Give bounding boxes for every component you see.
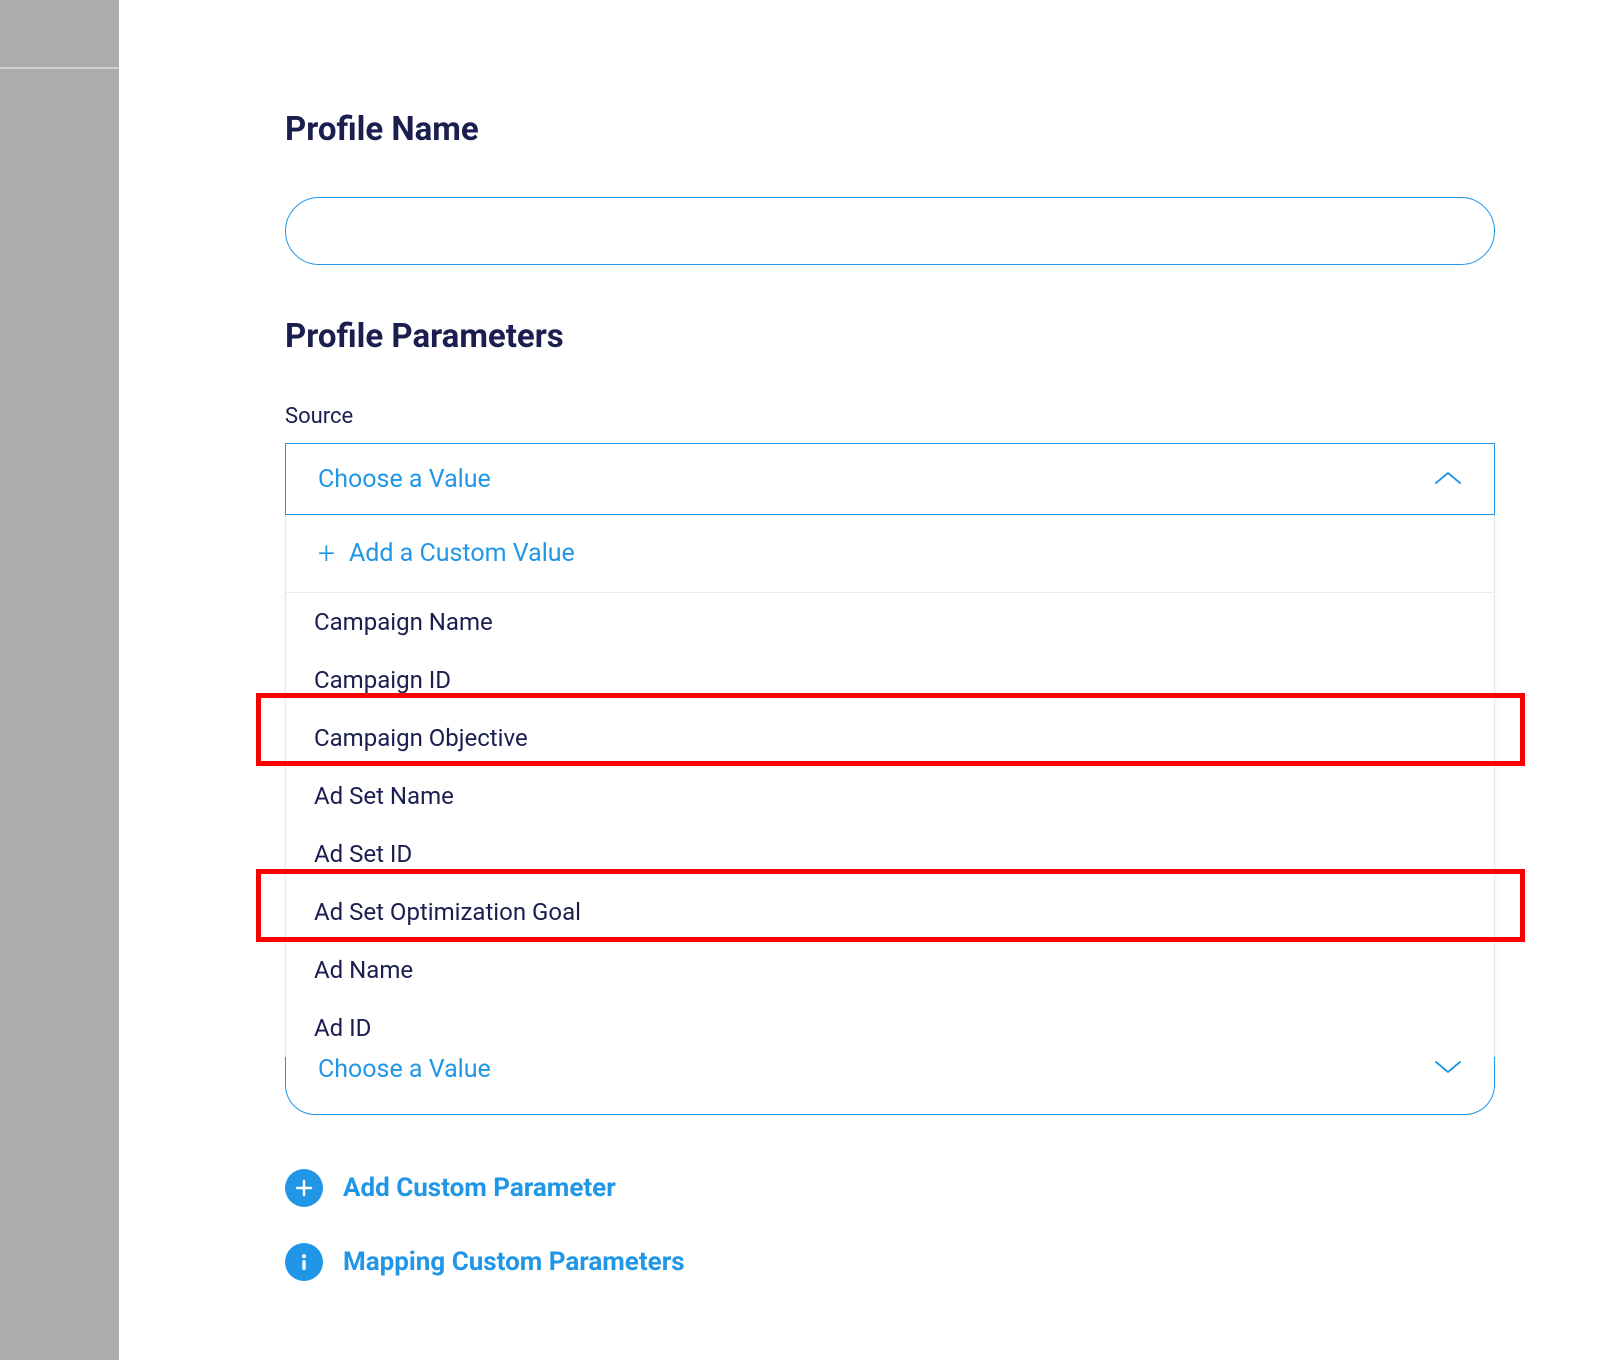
- secondary-select[interactable]: Choose a Value: [285, 1057, 1495, 1115]
- dropdown-option-adset-optimization-goal[interactable]: Ad Set Optimization Goal: [286, 883, 1494, 941]
- info-circle-icon: [285, 1243, 323, 1281]
- source-dropdown: Choose a Value + Add a Custom Value Camp…: [285, 443, 1495, 1115]
- add-custom-parameter-link[interactable]: Add Custom Parameter: [285, 1169, 1495, 1207]
- source-dropdown-trigger[interactable]: Choose a Value: [285, 443, 1495, 515]
- dropdown-option-adset-name[interactable]: Ad Set Name: [286, 767, 1494, 825]
- main-content: Profile Name Profile Parameters Source C…: [285, 110, 1495, 1281]
- secondary-select-placeholder: Choose a Value: [318, 1055, 491, 1084]
- plus-circle-icon: [285, 1169, 323, 1207]
- source-dropdown-panel: + Add a Custom Value Campaign Name Campa…: [285, 515, 1495, 1058]
- plus-icon: +: [318, 539, 335, 569]
- dropdown-option-ad-id[interactable]: Ad ID: [286, 999, 1494, 1057]
- dropdown-option-campaign-name[interactable]: Campaign Name: [286, 593, 1494, 651]
- source-dropdown-placeholder: Choose a Value: [318, 465, 491, 494]
- mapping-custom-parameters-label: Mapping Custom Parameters: [343, 1247, 685, 1277]
- add-custom-value-label: Add a Custom Value: [349, 539, 575, 568]
- add-custom-parameter-label: Add Custom Parameter: [343, 1173, 616, 1203]
- profile-name-heading: Profile Name: [285, 110, 1495, 149]
- sidebar-divider: [0, 67, 119, 69]
- dropdown-option-adset-id[interactable]: Ad Set ID: [286, 825, 1494, 883]
- source-label: Source: [285, 404, 1495, 429]
- chevron-up-icon: [1434, 470, 1462, 489]
- dropdown-option-campaign-id[interactable]: Campaign ID: [286, 651, 1494, 709]
- profile-parameters-heading: Profile Parameters: [285, 317, 1495, 356]
- chevron-down-icon: [1434, 1057, 1462, 1078]
- profile-name-input[interactable]: [285, 197, 1495, 265]
- sidebar-scrim: [0, 0, 119, 1360]
- mapping-custom-parameters-link[interactable]: Mapping Custom Parameters: [285, 1243, 1495, 1281]
- add-custom-value-option[interactable]: + Add a Custom Value: [286, 515, 1494, 593]
- dropdown-option-ad-name[interactable]: Ad Name: [286, 941, 1494, 999]
- dropdown-option-campaign-objective[interactable]: Campaign Objective: [286, 709, 1494, 767]
